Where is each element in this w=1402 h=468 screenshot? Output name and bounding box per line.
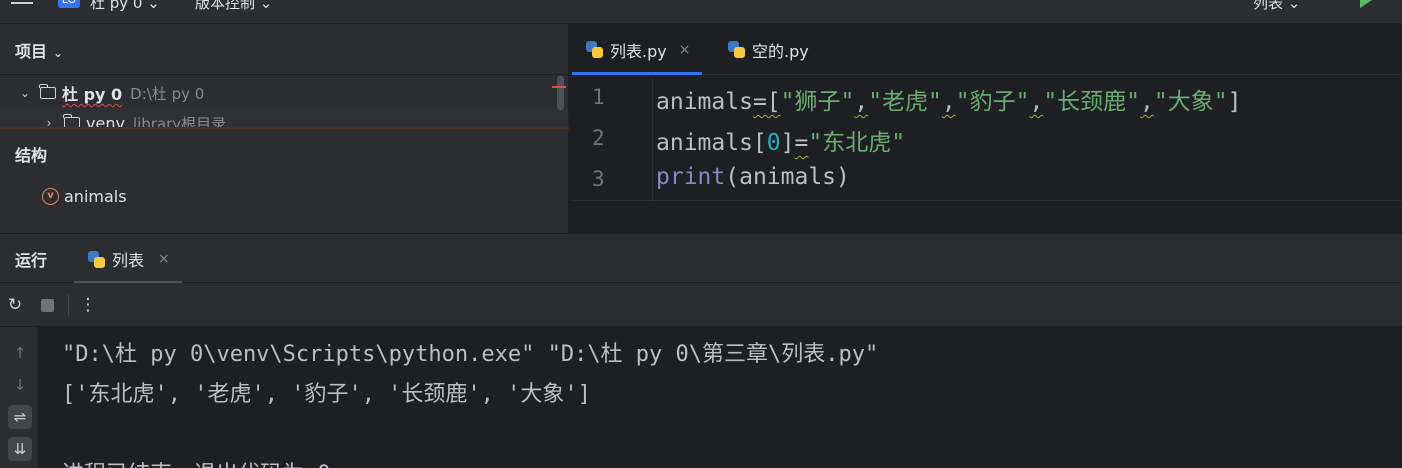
code-builtin: print xyxy=(656,164,726,190)
tree-item-label: venv xyxy=(86,113,125,128)
structure-item-label: animals xyxy=(64,187,127,206)
console-side-toolbar: ↑ ↓ ⇌ ⇊ xyxy=(0,327,38,468)
run-toolbar: ↻ ⋮ xyxy=(0,283,1402,327)
code-string: "大象" xyxy=(1153,89,1228,115)
code-line-2[interactable]: animals[0]="东北虎" xyxy=(656,123,905,157)
arrow-down-icon[interactable]: ↓ xyxy=(8,373,32,397)
project-tree: ⌄ 杜 py 0 D:\杜 py 0 › venv library根目录 xyxy=(0,74,569,127)
line-number-gutter: 1 2 3 xyxy=(570,77,652,202)
soft-wrap-icon[interactable]: ⇌ xyxy=(8,405,32,429)
divider xyxy=(570,200,1402,201)
code-token: , xyxy=(1029,89,1044,115)
run-panel-title: 运行 xyxy=(15,251,48,270)
code-line-3[interactable]: print(animals) xyxy=(656,164,850,190)
code-string: "长颈鹿" xyxy=(1043,89,1141,115)
python-file-icon xyxy=(586,41,603,58)
title-bar: LO 杜 py 0 ⌄ 版本控制 ⌄ 列表 ⌄ xyxy=(0,0,1402,24)
code-token: animals xyxy=(656,89,753,115)
run-icon[interactable] xyxy=(1360,0,1372,8)
chevron-down-icon[interactable]: ⌄ xyxy=(53,46,63,60)
folder-icon xyxy=(63,114,80,127)
line-number: 2 xyxy=(592,126,605,150)
divider xyxy=(0,127,569,129)
run-tab-label: 列表 xyxy=(112,251,145,270)
code-number: 0 xyxy=(766,130,781,156)
code-line-1[interactable]: animals=["狮子","老虎","豹子","长颈鹿","大象"] xyxy=(656,82,1241,116)
python-file-icon xyxy=(88,250,105,268)
project-badge[interactable]: LO xyxy=(58,0,80,8)
editor-tabs: 列表.py × 空的.py xyxy=(570,24,1402,75)
chevron-down-icon[interactable]: ⌄ xyxy=(18,86,32,100)
code-token: (animals) xyxy=(725,164,850,190)
run-tab-list[interactable]: 列表 × xyxy=(74,234,182,284)
code-string: "狮子" xyxy=(780,89,855,115)
variable-icon: v xyxy=(42,188,59,205)
line-number: 1 xyxy=(592,85,605,109)
tab-label: 列表.py xyxy=(610,41,667,61)
project-tool-window: 项目 ⌄ ⌄ 杜 py 0 D:\杜 py 0 › venv library根目录… xyxy=(0,24,569,233)
code-string: "老虎" xyxy=(868,89,942,115)
close-icon[interactable]: × xyxy=(679,42,691,58)
structure-item[interactable]: v animals xyxy=(42,187,127,206)
console-line: 进程已结束，退出代码为 0 xyxy=(62,456,331,468)
toolbar-separator xyxy=(68,294,69,316)
run-config-selector[interactable]: 列表 ⌄ xyxy=(1253,0,1300,13)
editor-area: 列表.py × 空的.py 1 2 3 animals=["狮子","老虎","… xyxy=(570,24,1402,233)
arrow-up-icon[interactable]: ↑ xyxy=(8,341,32,365)
tree-item-hint: library根目录 xyxy=(132,114,227,128)
tree-item-venv[interactable]: › venv library根目录 xyxy=(0,108,569,127)
console-line: ['东北虎', '老虎', '豹子', '长颈鹿', '大象'] xyxy=(62,382,591,407)
code-token: =[ xyxy=(752,89,781,115)
console-line: "D:\杜 py 0\venv\Scripts\python.exe" "D:\… xyxy=(62,342,879,367)
project-switcher[interactable]: 杜 py 0 ⌄ xyxy=(90,0,160,13)
tab-label: 空的.py xyxy=(752,41,809,61)
project-panel-header[interactable]: 项目 ⌄ xyxy=(15,38,63,62)
tab-list-py[interactable]: 列表.py × xyxy=(571,24,703,75)
project-panel-title: 项目 xyxy=(15,42,48,61)
rerun-icon[interactable]: ↻ xyxy=(5,295,25,315)
line-number: 3 xyxy=(592,167,605,191)
code-string: "东北虎" xyxy=(808,130,906,156)
chevron-right-icon[interactable]: › xyxy=(42,116,56,127)
folder-icon xyxy=(39,84,56,99)
code-string: "豹子" xyxy=(955,89,1030,115)
scroll-to-end-icon[interactable]: ⇊ xyxy=(8,437,32,461)
code-token: ] xyxy=(1227,89,1242,115)
close-icon[interactable]: × xyxy=(158,251,170,267)
code-token: , xyxy=(941,89,956,115)
error-marker xyxy=(552,86,566,88)
code-token: , xyxy=(1140,89,1154,115)
more-options-icon[interactable]: ⋮ xyxy=(78,295,98,315)
tree-item-label: 杜 py 0 xyxy=(62,85,123,104)
run-tool-window-header: 运行 列表 × xyxy=(0,233,1402,284)
code-token: animals[ xyxy=(656,130,767,156)
code-token: = xyxy=(794,130,809,156)
structure-panel-title: 结构 xyxy=(15,146,48,165)
code-token: ] xyxy=(780,130,795,156)
main-menu-icon[interactable] xyxy=(11,0,33,8)
console-output[interactable]: "D:\杜 py 0\venv\Scripts\python.exe" "D:\… xyxy=(38,327,1402,468)
tree-scrollbar[interactable] xyxy=(557,76,564,110)
tree-item-path: D:\杜 py 0 xyxy=(130,84,205,103)
code-token: , xyxy=(854,89,869,115)
gutter-divider xyxy=(652,77,653,202)
vcs-menu[interactable]: 版本控制 ⌄ xyxy=(195,0,272,13)
tree-item-root[interactable]: ⌄ 杜 py 0 D:\杜 py 0 xyxy=(0,78,569,108)
python-file-icon xyxy=(728,41,745,58)
tab-empty-py[interactable]: 空的.py xyxy=(728,24,809,75)
stop-icon[interactable] xyxy=(41,299,54,312)
